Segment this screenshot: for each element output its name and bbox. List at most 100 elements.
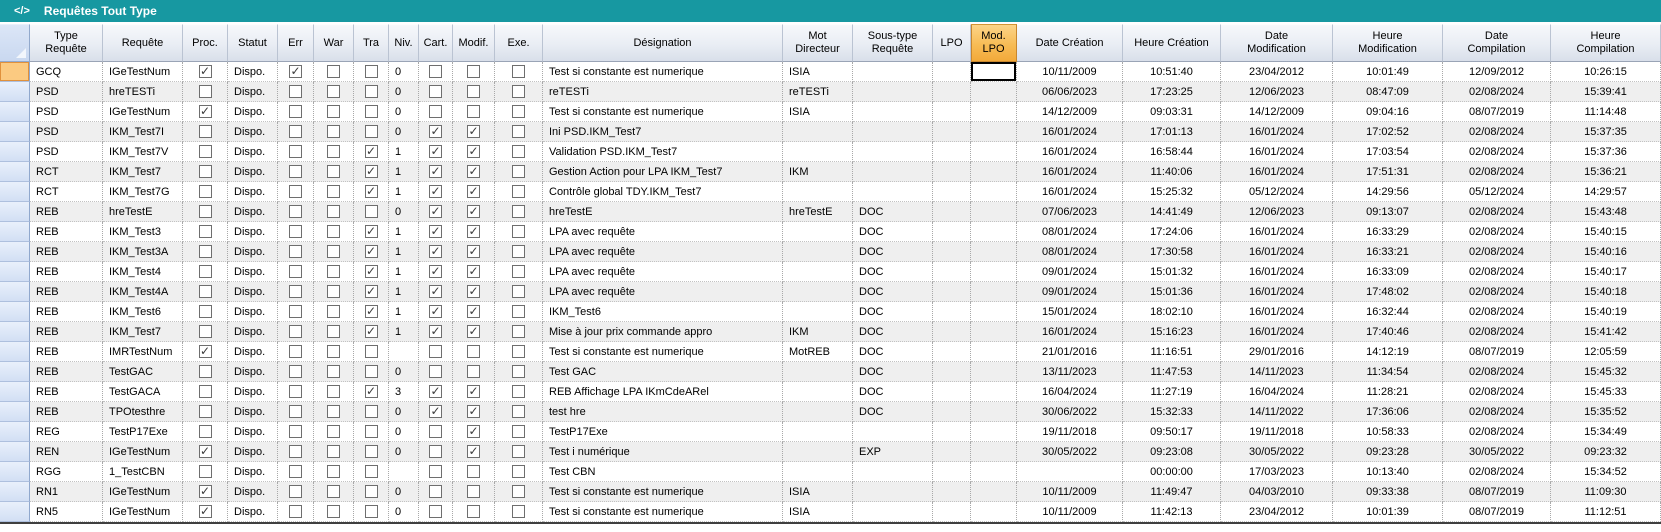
cart-checkbox-unchecked[interactable] bbox=[429, 65, 442, 78]
cell-mot_directeur[interactable] bbox=[783, 362, 853, 382]
cart-checkbox-unchecked[interactable] bbox=[429, 105, 442, 118]
cell-err[interactable] bbox=[278, 482, 314, 502]
cell-date_creation[interactable]: 06/06/2023 bbox=[1017, 82, 1123, 102]
cell-proc[interactable] bbox=[183, 322, 228, 342]
cell-cart[interactable] bbox=[419, 502, 453, 522]
cell-niv[interactable]: 3 bbox=[389, 382, 419, 402]
row-header[interactable] bbox=[0, 502, 30, 522]
row-header[interactable] bbox=[0, 462, 30, 482]
cell-sous_type[interactable]: DOC bbox=[853, 262, 933, 282]
proc-checkbox-unchecked[interactable] bbox=[199, 425, 212, 438]
cell-heure_compilation[interactable]: 15:40:19 bbox=[1551, 302, 1661, 322]
cart-checkbox-unchecked[interactable] bbox=[429, 345, 442, 358]
err-checkbox-unchecked[interactable] bbox=[289, 185, 302, 198]
cell-tra[interactable] bbox=[354, 62, 389, 82]
col-header-sous_type[interactable]: Sous-type Requête bbox=[853, 24, 933, 62]
cell-proc[interactable]: ✓ bbox=[183, 482, 228, 502]
cell-war[interactable] bbox=[314, 482, 354, 502]
cell-cart[interactable]: ✓ bbox=[419, 262, 453, 282]
proc-checkbox-unchecked[interactable] bbox=[199, 465, 212, 478]
war-checkbox-unchecked[interactable] bbox=[327, 445, 340, 458]
war-checkbox-unchecked[interactable] bbox=[327, 465, 340, 478]
cell-war[interactable] bbox=[314, 122, 354, 142]
cell-proc[interactable] bbox=[183, 262, 228, 282]
cell-heure_modification[interactable]: 14:29:56 bbox=[1333, 182, 1443, 202]
cell-date_creation[interactable]: 10/11/2009 bbox=[1017, 502, 1123, 522]
cell-requete[interactable]: IKM_Test3A bbox=[103, 242, 183, 262]
cell-date_modification[interactable]: 19/11/2018 bbox=[1221, 422, 1333, 442]
cell-sous_type[interactable] bbox=[853, 122, 933, 142]
exe-checkbox-unchecked[interactable] bbox=[512, 125, 525, 138]
cell-proc[interactable] bbox=[183, 402, 228, 422]
tra-checkbox-unchecked[interactable] bbox=[365, 425, 378, 438]
war-checkbox-unchecked[interactable] bbox=[327, 505, 340, 518]
tra-checkbox-checked[interactable]: ✓ bbox=[365, 265, 378, 278]
cell-err[interactable] bbox=[278, 162, 314, 182]
tra-checkbox-unchecked[interactable] bbox=[365, 405, 378, 418]
cell-exe[interactable] bbox=[495, 142, 543, 162]
cell-mod_lpo[interactable] bbox=[971, 242, 1017, 262]
cell-heure_modification[interactable]: 09:23:28 bbox=[1333, 442, 1443, 462]
cell-date_modification[interactable]: 16/04/2024 bbox=[1221, 382, 1333, 402]
proc-checkbox-unchecked[interactable] bbox=[199, 325, 212, 338]
cell-proc[interactable] bbox=[183, 422, 228, 442]
cell-mot_directeur[interactable]: ISIA bbox=[783, 482, 853, 502]
cell-proc[interactable] bbox=[183, 122, 228, 142]
cell-niv[interactable]: 0 bbox=[389, 202, 419, 222]
col-header-statut[interactable]: Statut bbox=[228, 24, 278, 62]
err-checkbox-unchecked[interactable] bbox=[289, 485, 302, 498]
cell-sous_type[interactable]: DOC bbox=[853, 202, 933, 222]
cell-mot_directeur[interactable] bbox=[783, 182, 853, 202]
cell-date_creation[interactable]: 16/01/2024 bbox=[1017, 142, 1123, 162]
cell-sous_type[interactable]: DOC bbox=[853, 402, 933, 422]
cell-date_modification[interactable]: 17/03/2023 bbox=[1221, 462, 1333, 482]
cell-heure_creation[interactable]: 11:16:51 bbox=[1123, 342, 1221, 362]
cell-mod_lpo[interactable] bbox=[971, 182, 1017, 202]
cell-designation[interactable]: IKM_Test6 bbox=[543, 302, 783, 322]
cell-cart[interactable]: ✓ bbox=[419, 282, 453, 302]
cell-mod_lpo[interactable] bbox=[971, 382, 1017, 402]
exe-checkbox-unchecked[interactable] bbox=[512, 85, 525, 98]
cell-date_modification[interactable]: 12/06/2023 bbox=[1221, 82, 1333, 102]
cell-designation[interactable]: Test si constante est numerique bbox=[543, 342, 783, 362]
cell-requete[interactable]: IGeTestNum bbox=[103, 482, 183, 502]
cell-niv[interactable]: 1 bbox=[389, 162, 419, 182]
cell-tra[interactable] bbox=[354, 122, 389, 142]
cell-mot_directeur[interactable]: IKM bbox=[783, 162, 853, 182]
cell-designation[interactable]: hreTestE bbox=[543, 202, 783, 222]
cell-tra[interactable]: ✓ bbox=[354, 382, 389, 402]
cell-designation[interactable]: LPA avec requête bbox=[543, 242, 783, 262]
cell-modif[interactable]: ✓ bbox=[453, 422, 495, 442]
cell-war[interactable] bbox=[314, 182, 354, 202]
exe-checkbox-unchecked[interactable] bbox=[512, 325, 525, 338]
cell-niv[interactable]: 0 bbox=[389, 62, 419, 82]
cell-proc[interactable] bbox=[183, 202, 228, 222]
exe-checkbox-unchecked[interactable] bbox=[512, 365, 525, 378]
cell-niv[interactable] bbox=[389, 342, 419, 362]
cell-mot_directeur[interactable] bbox=[783, 222, 853, 242]
cell-heure_compilation[interactable]: 12:05:59 bbox=[1551, 342, 1661, 362]
err-checkbox-unchecked[interactable] bbox=[289, 245, 302, 258]
exe-checkbox-unchecked[interactable] bbox=[512, 185, 525, 198]
cell-war[interactable] bbox=[314, 202, 354, 222]
cell-heure_creation[interactable]: 17:24:06 bbox=[1123, 222, 1221, 242]
cell-cart[interactable] bbox=[419, 342, 453, 362]
cell-niv[interactable]: 1 bbox=[389, 182, 419, 202]
cell-lpo[interactable] bbox=[933, 182, 971, 202]
cell-lpo[interactable] bbox=[933, 162, 971, 182]
cell-date_compilation[interactable]: 08/07/2019 bbox=[1443, 102, 1551, 122]
cell-statut[interactable]: Dispo. bbox=[228, 382, 278, 402]
tra-checkbox-unchecked[interactable] bbox=[365, 445, 378, 458]
modif-checkbox-unchecked[interactable] bbox=[467, 105, 480, 118]
cell-exe[interactable] bbox=[495, 102, 543, 122]
cell-war[interactable] bbox=[314, 422, 354, 442]
err-checkbox-unchecked[interactable] bbox=[289, 85, 302, 98]
cell-type[interactable]: PSD bbox=[30, 82, 103, 102]
cell-lpo[interactable] bbox=[933, 422, 971, 442]
cell-exe[interactable] bbox=[495, 262, 543, 282]
cell-proc[interactable]: ✓ bbox=[183, 502, 228, 522]
cell-date_modification[interactable]: 16/01/2024 bbox=[1221, 302, 1333, 322]
cell-date_creation[interactable]: 16/01/2024 bbox=[1017, 182, 1123, 202]
cell-cart[interactable]: ✓ bbox=[419, 142, 453, 162]
cell-type[interactable]: REB bbox=[30, 202, 103, 222]
